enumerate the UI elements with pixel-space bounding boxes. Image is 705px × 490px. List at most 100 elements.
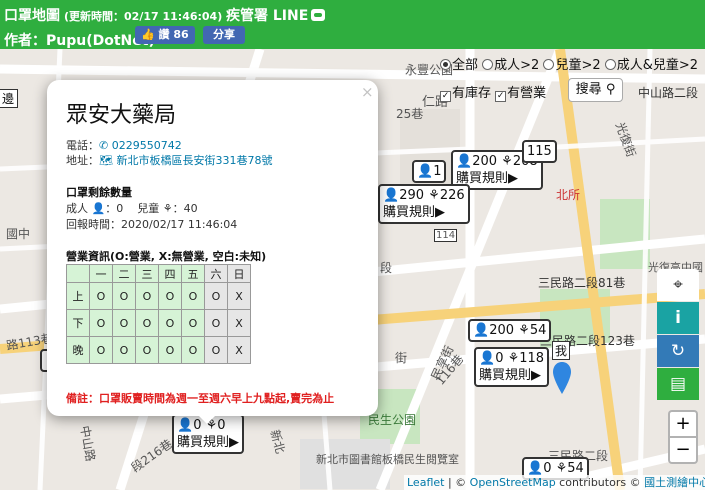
hours-header: 五 — [181, 264, 205, 283]
street-label: 中山路二段 — [638, 86, 699, 100]
phone-icon: ✆ — [99, 139, 109, 152]
adult-icon: 👤 — [417, 164, 434, 179]
facebook-like-button[interactable]: 👍 讚 86 — [135, 26, 195, 44]
adult-icon: 👤 — [456, 154, 473, 169]
pharmacy-marker[interactable]: 👤200 ⚘54 — [468, 319, 552, 342]
hours-cell: O — [112, 309, 136, 337]
address-link[interactable]: 🗺 新北市板橋區長安街331巷78號 — [99, 154, 272, 167]
popup-note: 備註：口罩販賣時間為週一至週六早上九點起,賣完為止 — [66, 392, 335, 405]
popup-close-button[interactable]: × — [361, 83, 374, 101]
search-button[interactable]: 搜尋 ⚲ — [568, 78, 623, 102]
phone-row: 電話：✆ 0229550742 — [66, 139, 182, 152]
location-pin-icon[interactable] — [553, 362, 571, 394]
hours-header: 六 — [204, 264, 228, 283]
adult-icon: 👤 — [527, 461, 544, 476]
adult-icon: 👤 — [177, 418, 194, 433]
street-label: 三民路二段81巷 — [538, 276, 626, 290]
pharmacy-marker[interactable]: 👤0 ⚘118 購買規則▶ — [474, 347, 550, 387]
child-icon: ⚘ — [428, 188, 440, 203]
author-label: 作者：Pupu(DotNet) — [4, 33, 155, 49]
facebook-share-button[interactable]: 分享 — [203, 26, 245, 44]
hours-row-label: 上 — [66, 282, 90, 310]
hours-cell: X — [227, 309, 251, 337]
hours-cell: X — [227, 282, 251, 310]
crosshair-icon: ⌖ — [673, 275, 683, 295]
pharmacy-marker[interactable]: 👤1 — [412, 160, 447, 183]
radio-icon — [543, 59, 555, 70]
list-button[interactable]: ▤ — [657, 368, 699, 400]
child-icon: ⚘ — [162, 202, 173, 215]
hours-cell: O — [204, 282, 228, 310]
filter-both[interactable]: 成人&兒童>2 — [604, 58, 698, 73]
stock-row: 成人 👤：0 兒童 ⚘：40 — [66, 202, 198, 215]
street-label: 114 — [434, 229, 458, 242]
filter-open[interactable]: ✓ 有營業 — [495, 86, 546, 102]
hours-header: 四 — [158, 264, 182, 283]
map-attribution: Leaflet | © OpenStreetMap contributors ©… — [404, 475, 705, 490]
search-icon: ⚲ — [605, 82, 616, 97]
filter-all[interactable]: 全部 — [440, 58, 478, 73]
hours-cell: X — [227, 336, 251, 364]
hours-header: 日 — [227, 264, 251, 283]
child-icon: ⚘ — [555, 461, 568, 476]
hours-title: 營業資訊(O:營業, X:無營業, 空白:未知) — [66, 250, 267, 263]
refresh-icon: ↻ — [670, 341, 686, 361]
radio-icon — [440, 59, 451, 70]
hours-cell: O — [204, 309, 228, 337]
hours-table: 一 二 三 四 五 六 日 上 O O O O O O X 下 O O O O … — [66, 264, 251, 364]
leaflet-link[interactable]: Leaflet — [407, 476, 444, 489]
address-row: 地址：🗺 新北市板橋區長安街331巷78號 — [66, 154, 273, 167]
nlsc-link[interactable]: 國土測繪中心 — [644, 476, 705, 489]
street-label: 國中 — [6, 227, 31, 241]
osm-link[interactable]: OpenStreetMap — [470, 476, 556, 489]
hours-cell: O — [181, 336, 205, 364]
zoom-out-button[interactable]: − — [668, 436, 698, 464]
street-label: 我 — [552, 341, 571, 360]
hours-cell: O — [158, 282, 182, 310]
locate-button[interactable]: ⌖ — [657, 269, 699, 301]
hours-header: 一 — [89, 264, 113, 283]
street-label: 街 — [395, 351, 408, 365]
app-title: 口罩地圖 (更新時間：02/17 11:46:04) — [4, 8, 223, 24]
report-time: 回報時間：2020/02/17 11:46:04 — [66, 218, 238, 231]
phone-link[interactable]: ✆ 0229550742 — [99, 139, 182, 152]
hours-cell: O — [158, 309, 182, 337]
hours-cell: O — [89, 309, 113, 337]
street-label: 新北市圖書館板橋民生閱覽室 — [316, 453, 459, 466]
hours-cell: O — [158, 336, 182, 364]
line-icon — [311, 9, 326, 21]
refresh-button[interactable]: ↻ — [657, 335, 699, 367]
hours-cell: O — [112, 336, 136, 364]
hours-cell: O — [181, 282, 205, 310]
pharmacy-marker[interactable]: 👤290 ⚘226 購買規則▶ — [378, 184, 470, 224]
hours-cell: O — [204, 336, 228, 364]
map-icon: 🗺 — [99, 154, 113, 167]
child-icon: ⚘ — [518, 323, 530, 338]
filter-child[interactable]: 兒童>2 — [543, 58, 601, 73]
filter-radios: 全部 成人>2 兒童>2 成人&兒童>2 — [440, 54, 698, 73]
hours-row-label: 晚 — [66, 336, 90, 364]
hours-cell: O — [112, 282, 136, 310]
pharmacy-marker[interactable]: 115 — [522, 140, 557, 163]
hours-header: 三 — [135, 264, 159, 283]
cdc-line-link[interactable]: 疾管署 LINE — [226, 5, 326, 25]
info-button[interactable]: i — [657, 302, 699, 334]
zoom-in-button[interactable]: + — [668, 410, 698, 438]
child-icon: ⚘ — [507, 351, 520, 366]
filter-in-stock[interactable]: ✓ 有庫存 — [440, 86, 491, 102]
popup-tip — [197, 414, 217, 424]
radio-icon — [604, 59, 616, 70]
hours-cell: O — [135, 282, 159, 310]
filter-adult[interactable]: 成人>2 — [482, 58, 539, 73]
pharmacy-name: 眾安大藥局 — [66, 103, 177, 128]
checkbox-icon: ✓ — [440, 91, 451, 102]
hours-cell: O — [135, 309, 159, 337]
filter-checkboxes: ✓ 有庫存 ✓ 有營業 — [440, 82, 546, 102]
update-time: (更新時間：02/17 11:46:04) — [64, 10, 223, 23]
street-label: 25巷 — [396, 107, 424, 121]
street-label: 北所 — [556, 188, 581, 202]
info-icon: i — [675, 308, 681, 328]
hours-cell: O — [181, 309, 205, 337]
adult-icon: 👤 — [479, 351, 496, 366]
stock-title: 口罩剩餘數量 — [66, 186, 132, 199]
